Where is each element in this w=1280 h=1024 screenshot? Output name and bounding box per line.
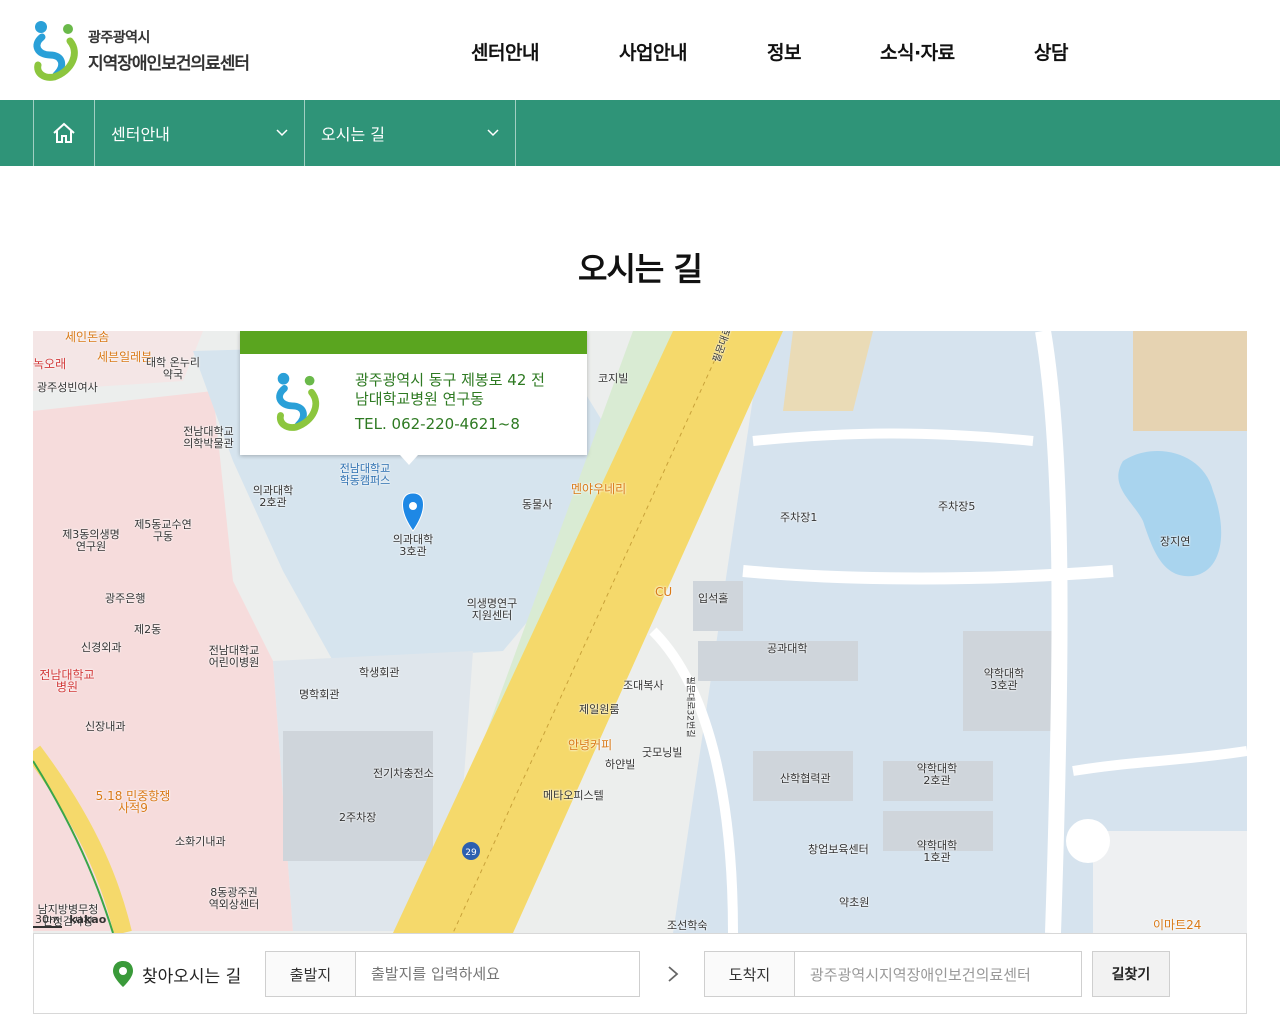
nav-counsel[interactable]: 상담 xyxy=(1034,38,1068,65)
map-label: 약학대학 3호관 xyxy=(983,667,1025,692)
map-label: 5.18 민중항쟁 사적9 xyxy=(95,789,171,815)
logo-title: 지역장애인보건의료센터 xyxy=(88,53,250,74)
map-label: 전남대학교 학동캠퍼스 xyxy=(339,462,391,487)
map-label: 창업보육센터 xyxy=(808,843,869,856)
location-bar: 센터안내 오시는 길 xyxy=(0,100,1280,166)
destination-label: 도착지 xyxy=(705,952,795,996)
map-label: 장지연 xyxy=(1160,535,1191,548)
map-label: 제5동교수연 구동 xyxy=(134,518,192,543)
map-info-window: 광주광역시 동구 제봉로 42 전남대학교병원 연구동 TEL. 062-220… xyxy=(240,331,587,465)
map-label: 메타오피스텔 xyxy=(543,789,604,802)
home-button[interactable] xyxy=(33,100,95,166)
chevron-right-icon xyxy=(668,966,679,982)
map-label: 산학협력관 xyxy=(780,772,831,785)
find-route-button[interactable]: 길찾기 xyxy=(1092,951,1170,997)
map-label: 공과대학 xyxy=(767,642,808,655)
map-label: 코지빌 xyxy=(598,372,629,385)
map-label: 조선학숙 xyxy=(667,919,708,932)
road-number: 29 xyxy=(465,848,477,858)
map-label: 하얀빌 xyxy=(605,758,636,771)
route-finder: 찾아오시는 길 출발지 도착지 길찾기 xyxy=(33,933,1247,1014)
depth2-dropdown[interactable]: 오시는 길 xyxy=(305,100,516,166)
map-label: 약초원 xyxy=(839,896,870,909)
map-label: 신장내과 xyxy=(85,720,126,733)
map-road-label: 필문대로32번길 xyxy=(684,676,695,738)
map-label: 소화기내과 xyxy=(175,835,226,848)
chevron-down-icon xyxy=(276,129,288,137)
site-header: 광주광역시 지역장애인보건의료센터 센터안내 사업안내 정보 소식·자료 상담 xyxy=(0,0,1280,100)
map-label: 전기차충전소 xyxy=(373,767,434,780)
route-title: 찾아오시는 길 xyxy=(112,960,241,988)
nav-info[interactable]: 정보 xyxy=(767,38,801,65)
map-label: 조대복사 xyxy=(623,679,664,692)
map-label: 굿모닝빌 xyxy=(642,746,683,759)
info-address: 광주광역시 동구 제봉로 42 전남대학교병원 연구동 xyxy=(355,371,545,408)
origin-label: 출발지 xyxy=(266,952,356,996)
map-label: 명학회관 xyxy=(299,688,340,701)
nav-news[interactable]: 소식·자료 xyxy=(880,38,955,65)
map-label: 전남대학교 어린이병원 xyxy=(208,644,260,669)
site-logo[interactable]: 광주광역시 지역장애인보건의료센터 xyxy=(32,18,272,82)
map-label: 동물사 xyxy=(522,498,553,511)
depth1-dropdown[interactable]: 센터안내 xyxy=(95,100,305,166)
depth2-label: 오시는 길 xyxy=(321,125,385,144)
page-title: 오시는 길 xyxy=(578,250,703,288)
origin-input[interactable] xyxy=(356,952,639,996)
map-label: 주차장5 xyxy=(938,500,976,513)
chevron-down-icon xyxy=(487,129,499,137)
nav-business[interactable]: 사업안내 xyxy=(619,38,687,65)
map-label: 의과대학 2호관 xyxy=(252,484,294,509)
map-label: 제일원룸 xyxy=(579,703,620,716)
map-label: 전남대학교 의학박물관 xyxy=(183,425,234,450)
map-label: 광주은행 xyxy=(105,592,146,605)
home-icon xyxy=(53,122,75,143)
map-label: 멘야우네리 xyxy=(571,482,627,496)
map-label: 8동광주권 역외상센터 xyxy=(208,886,260,911)
destination-input[interactable] xyxy=(795,952,1081,996)
kakao-logo: kakao xyxy=(69,913,107,926)
map-pin-icon xyxy=(113,961,133,987)
map-label: 신경외과 xyxy=(81,641,122,654)
map-label: 대학 온누리약국 xyxy=(145,356,201,381)
destination-field: 도착지 xyxy=(704,951,1082,997)
map-attribution: 30m kakao xyxy=(33,913,107,928)
map-label: 전남대학교 병원 xyxy=(39,668,95,694)
info-tel: TEL. 062-220-4621~8 xyxy=(355,415,520,433)
depth1-label: 센터안내 xyxy=(111,125,170,144)
map-label: 약학대학 2호관 xyxy=(916,762,958,787)
marker-label: 의과대학 3호관 xyxy=(392,533,434,558)
map-label: 약학대학 1호관 xyxy=(916,839,958,864)
map-label: 이마트24 xyxy=(1153,918,1202,932)
map-label: 2주차장 xyxy=(339,811,377,824)
map-view[interactable]: 29 광주광역시 동구 제봉로 42 전남대학교병원 연구동 TEL. 062-… xyxy=(33,331,1247,933)
map-label: 주차장1 xyxy=(780,511,818,524)
route-title-text: 찾아오시는 길 xyxy=(142,966,242,987)
map-label: 안녕커피 xyxy=(568,738,613,752)
map-label: 세인돈솜 xyxy=(65,331,110,344)
map-label: 학생회관 xyxy=(359,666,400,679)
map-label: 제3동의생명 연구원 xyxy=(62,528,120,553)
map-label: 녹오래 xyxy=(33,357,67,371)
info-window-bar xyxy=(240,331,587,354)
map-label: 입석홀 xyxy=(698,592,729,605)
map-scale: 30m xyxy=(33,913,62,928)
logo-subtitle: 광주광역시 xyxy=(88,29,150,46)
nav-center-info[interactable]: 센터안내 xyxy=(471,38,539,65)
logo-icon xyxy=(32,19,80,81)
center-logo-icon xyxy=(276,372,320,431)
map-label: 광주성빈여사 xyxy=(37,381,98,394)
map-label: 의생명연구 지원센터 xyxy=(466,597,518,622)
map-label: CU xyxy=(655,585,673,599)
origin-field: 출발지 xyxy=(265,951,640,997)
map-label: 제2동 xyxy=(134,623,162,636)
